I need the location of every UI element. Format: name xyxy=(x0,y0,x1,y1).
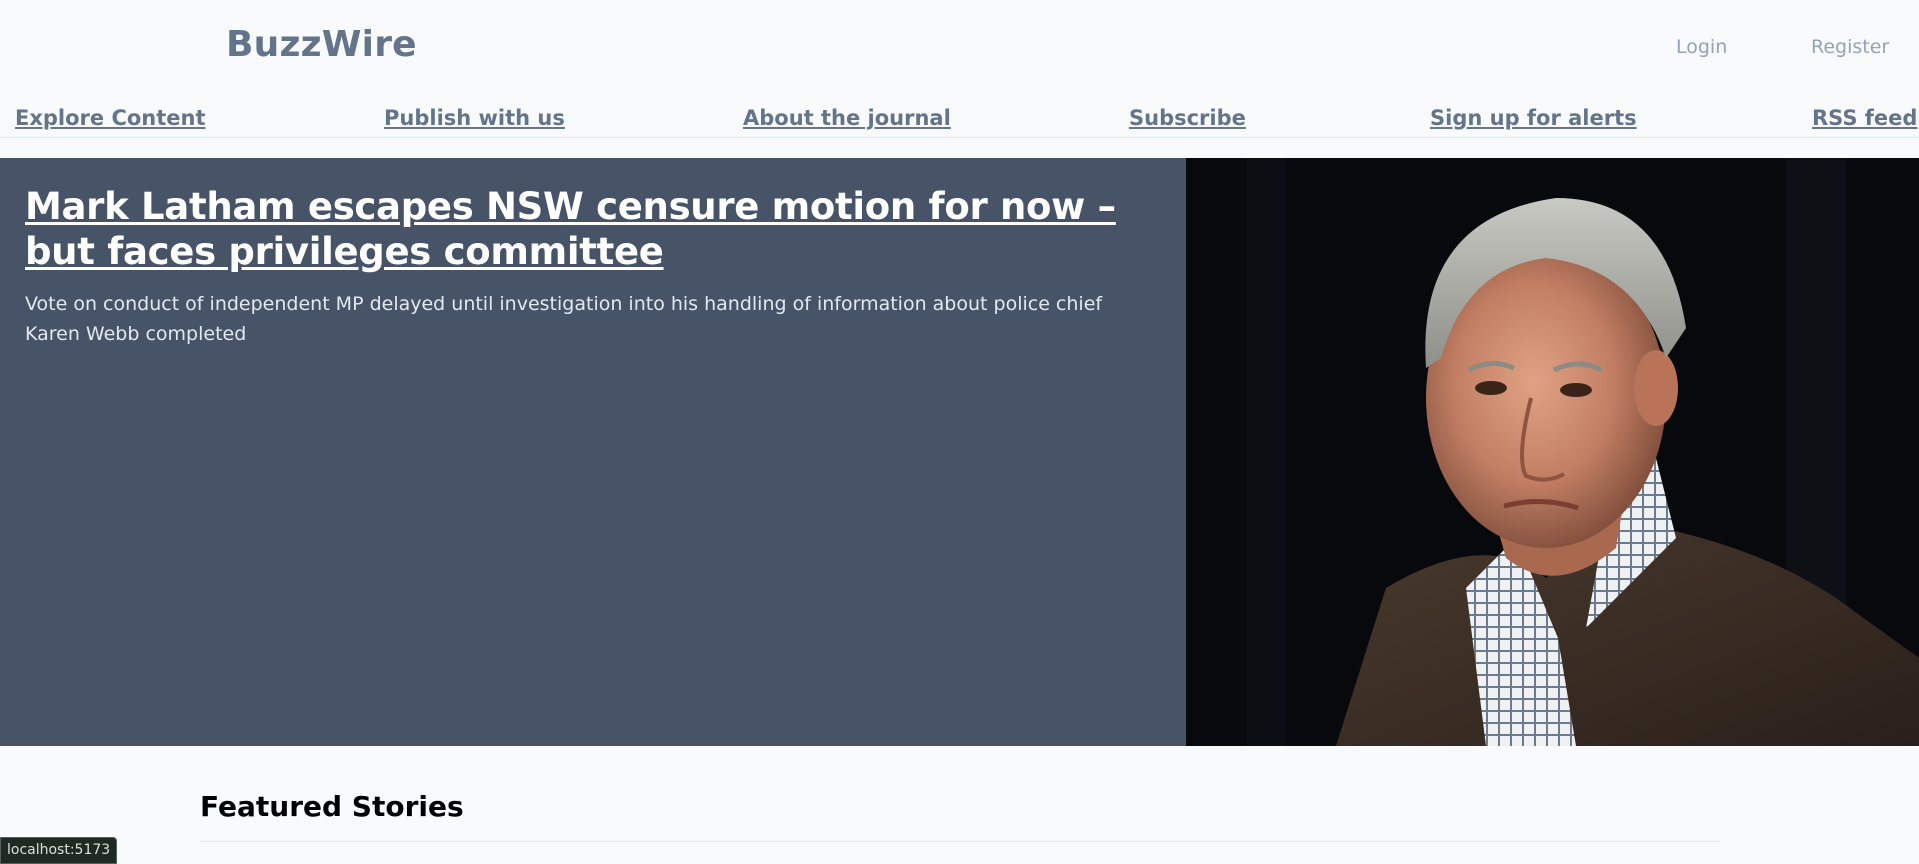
hero-text-panel: Mark Latham escapes NSW censure motion f… xyxy=(0,158,1186,746)
login-link[interactable]: Login xyxy=(1676,36,1727,58)
site-logo[interactable]: BuzzWire xyxy=(226,24,417,65)
hero-photo[interactable] xyxy=(1186,158,1919,746)
hero-headline-link[interactable]: Mark Latham escapes NSW censure motion f… xyxy=(25,184,1161,274)
nav-explore-content[interactable]: Explore Content xyxy=(15,106,206,130)
nav-about-the-journal[interactable]: About the journal xyxy=(743,106,951,130)
hero-summary: Vote on conduct of independent MP delaye… xyxy=(25,293,1103,345)
nav-sign-up-for-alerts[interactable]: Sign up for alerts xyxy=(1430,106,1637,130)
register-link[interactable]: Register xyxy=(1811,36,1889,58)
browser-status-url: localhost:5173 xyxy=(0,837,118,864)
nav-rss-feed[interactable]: RSS feed xyxy=(1812,106,1917,130)
hero-story: Mark Latham escapes NSW censure motion f… xyxy=(0,158,1919,746)
nav-publish-with-us[interactable]: Publish with us xyxy=(384,106,565,130)
nav-subscribe[interactable]: Subscribe xyxy=(1129,106,1246,130)
site-header: BuzzWire Login Register xyxy=(0,0,1919,92)
featured-stories-heading: Featured Stories xyxy=(200,790,464,823)
portrait-photo-illustration xyxy=(1186,158,1919,746)
featured-stories-section: Featured Stories xyxy=(200,790,1720,842)
main-nav: Explore Content Publish with us About th… xyxy=(0,104,1919,138)
section-divider xyxy=(200,841,1720,842)
